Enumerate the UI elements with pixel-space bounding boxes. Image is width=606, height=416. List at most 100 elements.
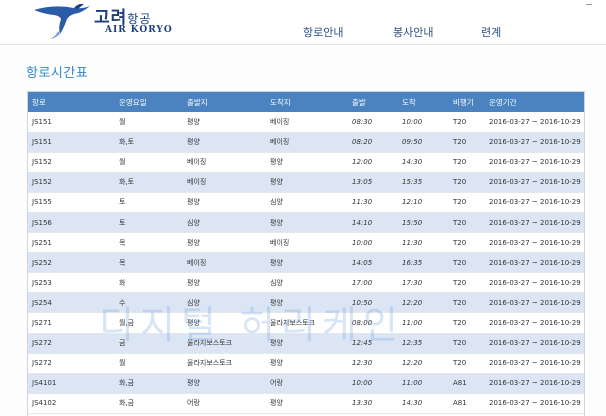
cell-route: JS152 <box>28 152 115 173</box>
col-header-period: 운영기간 <box>489 97 517 107</box>
cell-route: JS151 <box>28 112 115 133</box>
table-row: JS272 금 울라지보스토크 평양 12:45 12:35 T20 2016-03-27 ~… <box>28 333 584 354</box>
cell-arrival: 11:00 <box>398 373 449 394</box>
cell-days: 화,금 <box>115 373 183 394</box>
col-header-route: 항로 <box>32 97 46 107</box>
cell-origin: 평양 <box>183 312 266 334</box>
nav-route-guide[interactable]: 항로안내 <box>303 24 343 40</box>
cell-destination: 평양 <box>266 212 348 234</box>
cell-origin: 베이징 <box>183 172 266 193</box>
cell-arrival: 10:00 <box>398 112 449 133</box>
cell-days: 화 <box>115 272 183 294</box>
cell-route: JS254 <box>28 292 115 314</box>
table-row: JS4101 화,금 평양 어랑 10:00 11:00 A81 2016-03-27 ~ 2… <box>28 373 584 394</box>
cell-arrival: 11:30 <box>398 232 449 254</box>
col-header-days: 운영요일 <box>119 97 147 107</box>
table-row: JS155 토 평양 심양 11:30 12:10 T20 2016-03-27 ~ 2016… <box>28 192 584 213</box>
cell-period: 2016-03-27 ~ 2016-10-29 <box>485 333 584 354</box>
cell-days: 월 <box>115 112 183 133</box>
logo-english-text: AIR KORYO <box>105 25 173 35</box>
cell-period: 2016-03-27 ~ 2016-10-29 <box>485 232 584 254</box>
cell-destination: 어랑 <box>266 373 348 394</box>
cell-aircraft: T20 <box>449 232 485 254</box>
cell-arrival: 11:00 <box>398 312 449 334</box>
cell-days: 화,금 <box>115 393 183 414</box>
cell-destination: 평양 <box>266 252 348 274</box>
cell-destination: 평양 <box>266 353 348 374</box>
air-koryo-logo[interactable]: 고려항공 AIR KORYO <box>30 1 190 41</box>
cell-days: 월,금 <box>115 312 183 334</box>
cell-arrival: 14:30 <box>398 152 449 173</box>
table-row: JS152 월 베이징 평양 12:00 14:30 T20 2016-03-27 ~ 201… <box>28 152 584 173</box>
cell-arrival: 12:20 <box>398 292 449 314</box>
col-header-departure: 출발 <box>352 97 366 107</box>
cell-days: 금 <box>115 333 183 354</box>
cell-period: 2016-03-27 ~ 2016-10-29 <box>485 312 584 334</box>
cell-period: 2016-03-27 ~ 2016-10-29 <box>485 272 584 294</box>
table-row: JS253 화 평양 심양 17:00 17:30 T20 2016-03-27 ~ 2016… <box>28 272 584 294</box>
cell-destination: 심양 <box>266 272 348 294</box>
cell-period: 2016-03-27 ~ 2016-10-29 <box>485 252 584 274</box>
cell-aircraft: T20 <box>449 132 485 153</box>
cell-arrival: 12:10 <box>398 192 449 213</box>
cell-route: JS152 <box>28 172 115 193</box>
cell-route: JS156 <box>28 212 115 234</box>
table-row: JS152 화,토 베이징 평양 13:05 15:35 T20 2016-03-27 ~ 2… <box>28 172 584 193</box>
cell-days: 월 <box>115 353 183 374</box>
cell-arrival: 12:35 <box>398 333 449 354</box>
menu-edge-icon <box>586 0 592 5</box>
cell-route: JS253 <box>28 272 115 294</box>
page-title: 항로시간표 <box>26 66 89 81</box>
cell-period: 2016-03-27 ~ 2016-10-29 <box>485 353 584 374</box>
cell-origin: 베이징 <box>183 152 266 173</box>
cell-aircraft: T20 <box>449 112 485 133</box>
cell-origin: 평양 <box>183 272 266 294</box>
top-header: 고려항공 AIR KORYO 항로안내 봉사안내 련계 <box>0 0 606 45</box>
cell-days: 토 <box>115 192 183 213</box>
timetable: 항로 운영요일 출발지 도착지 출발 도착 비행기 운영기간 JS151 월 평양 베… <box>27 91 585 416</box>
cell-days: 화,토 <box>115 172 183 193</box>
cell-arrival: 15:35 <box>398 172 449 193</box>
cell-route: JS272 <box>28 333 115 354</box>
table-body: JS151 월 평양 베이징 08:30 10:00 T20 2016-03-27 ~ 201… <box>28 112 584 414</box>
table-row: JS251 목 평양 베이징 10:00 11:30 T20 2016-03-27 ~ 201… <box>28 232 584 254</box>
cell-aircraft: A81 <box>449 373 485 394</box>
col-header-origin: 출발지 <box>187 97 208 107</box>
nav-contact[interactable]: 련계 <box>481 24 501 40</box>
cell-arrival: 12:20 <box>398 353 449 374</box>
cell-aircraft: T20 <box>449 353 485 374</box>
cell-departure: 10:00 <box>348 232 398 254</box>
cell-period: 2016-03-27 ~ 2016-10-29 <box>485 112 584 133</box>
cell-departure: 14:10 <box>348 212 398 234</box>
cell-departure: 08:30 <box>348 112 398 133</box>
cell-aircraft: A81 <box>449 393 485 414</box>
cell-origin: 평양 <box>183 192 266 213</box>
cell-destination: 평양 <box>266 333 348 354</box>
cell-departure: 08:00 <box>348 312 398 334</box>
cell-days: 토 <box>115 212 183 234</box>
cell-destination: 평양 <box>266 292 348 314</box>
cell-aircraft: T20 <box>449 172 485 193</box>
crane-logo-icon <box>34 3 90 39</box>
cell-destination: 평양 <box>266 393 348 414</box>
cell-origin: 어랑 <box>183 393 266 414</box>
cell-destination: 베이징 <box>266 112 348 133</box>
nav-service-guide[interactable]: 봉사안내 <box>393 24 433 40</box>
cell-destination: 심양 <box>266 192 348 213</box>
cell-days: 목 <box>115 232 183 254</box>
cell-period: 2016-03-27 ~ 2016-10-29 <box>485 172 584 193</box>
cell-arrival: 09:50 <box>398 132 449 153</box>
cell-aircraft: T20 <box>449 252 485 274</box>
cell-aircraft: T20 <box>449 272 485 294</box>
table-row: JS272 월 울라지보스토크 평양 12:30 12:20 T20 2016-03-27 ~… <box>28 353 584 374</box>
cell-route: JS252 <box>28 252 115 274</box>
cell-origin: 평양 <box>183 112 266 133</box>
cell-period: 2016-03-27 ~ 2016-10-29 <box>485 192 584 213</box>
cell-period: 2016-03-27 ~ 2016-10-29 <box>485 393 584 414</box>
cell-departure: 08:20 <box>348 132 398 153</box>
cell-origin: 울라지보스토크 <box>183 333 266 354</box>
table-row: JS151 화,토 평양 베이징 08:20 09:50 T20 2016-03-27 ~ 2… <box>28 132 584 153</box>
cell-departure: 11:30 <box>348 192 398 213</box>
table-row: JS156 토 심양 평양 14:10 15:50 T20 2016-03-27 ~ 2016… <box>28 212 584 234</box>
cell-destination: 베이징 <box>266 132 348 153</box>
